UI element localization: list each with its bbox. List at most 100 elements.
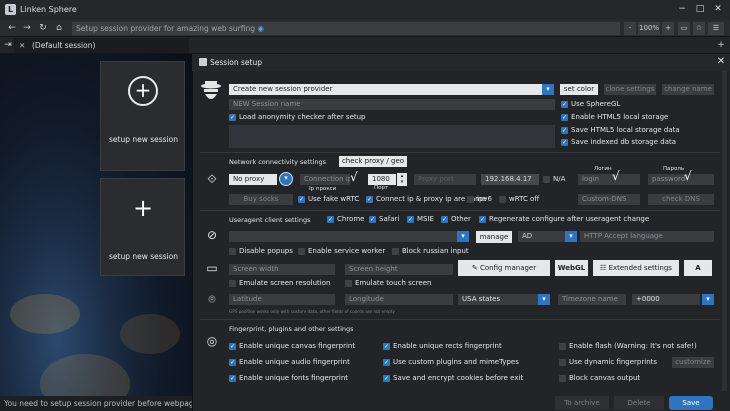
forward-icon[interactable]: → [20,22,34,35]
clone-settings-button[interactable]: clone settings [604,84,656,95]
ipv6-checkbox[interactable] [467,196,474,203]
regen-ua-checkbox[interactable]: ✓ [479,216,486,223]
fp-block-canvas-checkbox[interactable] [559,375,566,382]
na-checkbox[interactable] [543,176,550,183]
fp-cookies-label: Save and encrypt cookies before exit [393,374,524,382]
accept-language-input[interactable]: HTTP Accept language [580,231,714,242]
geo-state-select[interactable]: USA states [458,294,538,305]
webgl-button[interactable]: WebGL [555,260,588,276]
provider-select[interactable]: Create new session provider [229,84,542,95]
fp-audio-checkbox[interactable]: ✓ [229,359,236,366]
ua-dropdown-icon[interactable]: ▾ [457,231,469,242]
disable-popups-checkbox[interactable] [229,248,236,255]
geo-state-dropdown-icon[interactable]: ▾ [538,294,550,305]
msie-checkbox[interactable]: ✓ [407,216,414,223]
fake-webrtc-checkbox[interactable]: ✓ [298,196,305,203]
zoom-in-button[interactable]: + [662,22,674,35]
extended-settings-button[interactable]: ☷ Extended settings [593,260,679,276]
lang-dropdown-icon[interactable]: ▾ [565,231,577,242]
screen-width-input[interactable]: Screen width [229,264,335,275]
tz-offset-select[interactable]: +0000 [632,294,700,305]
maximize-button[interactable]: □ [693,3,707,16]
fp-audio-label: Enable unique audio fingerprint [239,358,350,366]
close-window-button[interactable]: ✕ [711,3,725,16]
webrtc-off-checkbox[interactable] [499,196,506,203]
html5-storage-checkbox[interactable]: ✓ [561,114,568,121]
home-icon[interactable]: ⌂ [52,22,66,35]
session-name-input[interactable]: NEW Session name [229,99,555,110]
login-input[interactable]: login [578,174,640,185]
emulate-touch-checkbox[interactable] [345,280,352,287]
check-proxy-button[interactable]: check proxy / geo [339,156,407,167]
load-anon-checkbox[interactable]: ✓ [229,114,236,121]
chrome-checkbox[interactable]: ✓ [327,216,334,223]
port-stepper[interactable]: ▴ ▾ [397,173,407,186]
connection-ip-input[interactable]: Connection ip [300,174,350,185]
spheregl-checkbox[interactable]: ✓ [561,101,568,108]
proxy-type-select[interactable]: No proxy [229,174,277,185]
menu-icon[interactable]: ☰ [708,22,724,35]
emulate-touch-label: Emulate touch screen [355,279,432,287]
fp-fonts-checkbox[interactable]: ✓ [229,375,236,382]
card-label: setup new session [108,135,178,144]
set-color-button[interactable]: set color [560,84,598,95]
proxy-port-input[interactable]: Proxy port [414,174,476,185]
emulate-resolution-checkbox[interactable] [229,280,236,287]
save-indexed-checkbox[interactable]: ✓ [561,139,568,146]
check-dns-button[interactable]: check DNS [648,194,714,205]
font-settings-button[interactable]: A [684,260,712,276]
close-panel-button[interactable]: ✕ [715,56,727,68]
config-manager-button[interactable]: ✎ Config manager [458,260,550,276]
address-bar[interactable]: Setup session provider for amazing web s… [72,22,620,35]
longitude-input[interactable]: Longitude [345,294,453,305]
bookmark-icon[interactable]: ☆ [693,22,705,35]
fp-dynamic-checkbox[interactable] [559,359,566,366]
timezone-input[interactable]: Timezone name [558,294,626,305]
setup-session-card-2[interactable]: + setup new session [100,178,185,276]
close-tab-icon[interactable]: ✕ [19,38,25,53]
useragent-select[interactable] [229,231,457,242]
buy-socks-button[interactable]: Buy socks [229,194,293,205]
change-name-button[interactable]: change name [662,84,714,95]
setup-session-card-1[interactable]: + setup new session [100,61,185,171]
port-input[interactable]: 1080 [368,174,396,185]
service-worker-checkbox[interactable] [298,248,305,255]
save-button[interactable]: Save [669,396,713,410]
chevron-down-icon[interactable]: ▾ [542,84,554,95]
fp-cookies-checkbox[interactable]: ✓ [383,375,390,382]
screen-height-input[interactable]: Screen height [345,264,453,275]
notes-textarea[interactable] [229,125,555,148]
fp-canvas-checkbox[interactable]: ✓ [229,343,236,350]
monitor-icon: ▭ [206,261,218,275]
delete-button[interactable]: Delete [614,396,664,410]
fp-flash-checkbox[interactable] [559,343,566,350]
other-checkbox[interactable]: ✓ [441,216,448,223]
safari-checkbox[interactable]: ✓ [369,216,376,223]
to-archive-button[interactable]: To archive [555,396,609,410]
password-input[interactable]: password [648,174,714,185]
minimize-button[interactable]: − [675,3,689,16]
save-html5-checkbox[interactable]: ✓ [561,127,568,134]
scrollbar[interactable] [722,71,727,391]
divider [200,319,720,320]
tab-list-icon[interactable]: ⇥ [1,39,15,52]
connect-same-checkbox[interactable]: ✓ [366,196,373,203]
new-tab-button[interactable]: + [714,39,728,52]
custom-dns-input[interactable]: Custom-DNS [578,194,640,205]
block-russian-checkbox[interactable] [392,248,399,255]
na-label: N/A [553,175,566,183]
fp-rects-checkbox[interactable]: ✓ [383,343,390,350]
layout-icon[interactable]: ▭ [678,22,690,35]
customize-button[interactable]: customize [672,357,714,368]
other-label: Other [451,215,471,223]
reload-icon[interactable]: ↻ [36,22,50,35]
latitude-input[interactable]: Latitude [229,294,335,305]
proxy-type-dropdown-icon[interactable]: ▾ [279,172,293,186]
tz-dropdown-icon[interactable]: ▾ [702,294,714,305]
zoom-out-button[interactable]: - [624,22,636,35]
tab-default-session[interactable]: ✕ (Default session) [14,38,189,53]
manage-button[interactable]: manage [476,231,512,243]
language-select[interactable]: AD [518,231,566,242]
fp-plugins-checkbox[interactable]: ✓ [383,359,390,366]
back-icon[interactable]: ← [5,22,19,35]
